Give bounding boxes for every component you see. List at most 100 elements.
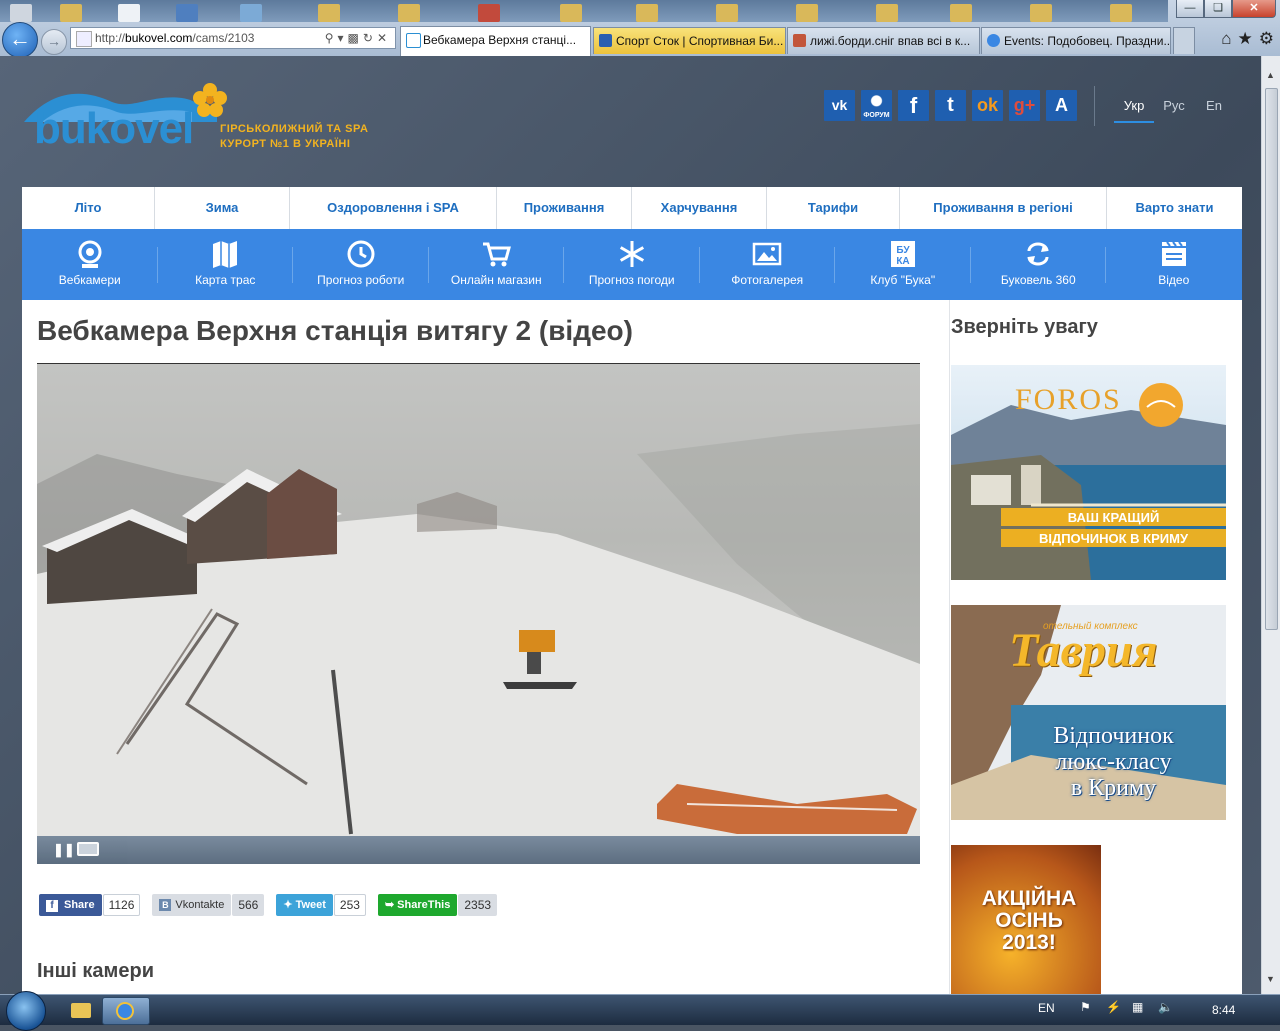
share-count: 1126 [102, 894, 141, 916]
address-bar[interactable]: http://bukovel.com/cams/2103 ⚲▾▩↻✕ [70, 27, 396, 49]
desktop-icon [176, 4, 198, 22]
quick-link-video[interactable]: Відео [1106, 229, 1242, 300]
tavria-ad-banner[interactable]: отельный комплекс Таврия Відпочинок люкс… [951, 605, 1226, 820]
quick-link-shop[interactable]: Онлайн магазин [429, 229, 565, 300]
tab-bukovel[interactable]: Вебкамера Верхня станці... [400, 26, 591, 56]
tweet-button[interactable]: ✦ Tweet [276, 894, 333, 916]
back-button[interactable]: ← [2, 22, 38, 58]
logo-tagline-2: КУРОРТ №1 В УКРАЇНІ [220, 138, 351, 150]
odnoklassniki-icon[interactable]: ok [972, 90, 1003, 121]
forward-button[interactable]: → [41, 29, 67, 55]
network-icon[interactable]: ▦ [1132, 1000, 1143, 1014]
tab-skis[interactable]: лижі.борди.сніг впав всі в к... [787, 27, 980, 54]
tab-sport-stock[interactable]: Спорт Сток | Спортивная Би... [593, 27, 786, 54]
lang-en[interactable]: En [1194, 98, 1234, 123]
tavria-line-2: люкс-класу [1055, 749, 1172, 775]
window-controls: — ❏ ✕ [1176, 0, 1276, 18]
stop-icon[interactable]: ✕ [377, 31, 391, 45]
flag-icon[interactable]: ⚑ [1080, 1000, 1091, 1014]
quick-link-weather[interactable]: Прогноз погоди [564, 229, 700, 300]
nav-item-tariffs[interactable]: Тарифи [767, 187, 900, 229]
desktop-icon [398, 4, 420, 22]
nav-item-spa[interactable]: Оздоровлення і SPA [290, 187, 497, 229]
facebook-icon[interactable]: f [898, 90, 929, 121]
desktop-icons-strip [0, 0, 1168, 22]
scroll-down-icon[interactable]: ▼ [1264, 974, 1277, 988]
tavria-logo: Таврия [1009, 624, 1158, 677]
appstore-icon[interactable]: A [1046, 90, 1077, 121]
nav-item-winter[interactable]: Зима [155, 187, 290, 229]
quick-link-gallery[interactable]: Фотогалерея [700, 229, 836, 300]
desktop-icon [716, 4, 738, 22]
vk-icon[interactable]: vk [824, 90, 855, 121]
volume-icon[interactable]: 🔈 [1158, 1000, 1173, 1014]
new-tab-button[interactable] [1173, 27, 1195, 54]
quick-link-map[interactable]: Карта трас [158, 229, 294, 300]
tab-label: лижі.борди.сніг впав всі в к... [810, 34, 971, 48]
refresh-icon[interactable]: ↻ [363, 31, 377, 45]
photo-icon [753, 242, 782, 266]
clock-time[interactable]: 8:44 [1212, 1003, 1235, 1017]
scroll-thumb[interactable] [1265, 88, 1278, 630]
autumn-promo-banner[interactable]: АКЦІЙНА ОСІНЬ 2013! [951, 845, 1101, 994]
googleplus-icon[interactable]: g+ [1009, 90, 1040, 121]
minimize-button[interactable]: — [1176, 0, 1204, 18]
nav-item-accommodation[interactable]: Проживання [497, 187, 632, 229]
logo-tagline-1: ГІРСЬКОЛИЖНИЙ ТА SPA [220, 123, 369, 135]
quick-link-360[interactable]: Буковель 360 [971, 229, 1107, 300]
home-icon[interactable]: ⌂ [1221, 29, 1231, 49]
tavria-line-3: в Криму [1070, 775, 1157, 801]
forum-icon[interactable]: ФОРУМ [861, 90, 892, 121]
vk-icon: B [159, 899, 172, 911]
nav-item-info[interactable]: Варто знати [1107, 187, 1242, 229]
fullscreen-icon[interactable] [77, 842, 99, 856]
quick-link-label: Вебкамери [58, 273, 121, 287]
ie-icon [116, 1002, 134, 1020]
scroll-up-icon[interactable]: ▲ [1264, 70, 1277, 84]
restore-button[interactable]: ❏ [1204, 0, 1232, 18]
bukovel-logo[interactable]: bukovel ГІРСЬКОЛИЖНИЙ ТА SPA КУРОРТ №1 В… [22, 80, 382, 160]
start-button[interactable] [6, 991, 46, 1031]
windows-taskbar: EN ⚑ ⚡ ▦ 🔈 8:44 [0, 991, 1280, 1031]
vkontakte-share-button[interactable]: B Vkontakte [152, 894, 232, 916]
desktop-icon [560, 4, 582, 22]
compat-icon[interactable]: ▩ [348, 31, 363, 45]
page-scrollbar[interactable]: ▲ ▼ [1261, 56, 1280, 994]
webcam-video-player[interactable]: ❚❚ [37, 363, 920, 864]
dropdown-icon[interactable]: ▾ [338, 31, 348, 45]
sharethis-button[interactable]: ➥ ShareThis [377, 894, 458, 916]
power-icon[interactable]: ⚡ [1106, 1000, 1121, 1014]
search-icon[interactable]: ⚲ [325, 31, 338, 45]
explorer-taskbar-icon[interactable] [58, 997, 104, 1023]
svg-text:КА: КА [896, 256, 909, 267]
input-language[interactable]: EN [1038, 1001, 1055, 1015]
forward-arrow-icon: → [47, 33, 61, 49]
facebook-share-button[interactable]: f Share [39, 894, 102, 916]
sidebar-title: Зверніть увагу [951, 316, 1098, 338]
lang-ukr[interactable]: Укр [1114, 98, 1154, 123]
buka-icon: БУКА [890, 241, 915, 267]
twitter-icon[interactable]: t [935, 90, 966, 121]
lang-rus[interactable]: Рус [1154, 98, 1194, 123]
tab-events[interactable]: Events: Подобовец. Праздни... [981, 27, 1171, 54]
quick-link-buka[interactable]: БУ КА Клуб "Бука" [835, 229, 971, 300]
desktop-icon [636, 4, 658, 22]
nav-item-summer[interactable]: Літо [22, 187, 155, 229]
quick-link-webcams[interactable]: Вебкамери [22, 229, 158, 300]
foros-ad-banner[interactable]: FOROS ВАШ КРАЩИЙ ВІДПОЧИНОК В КРИМУ [951, 365, 1226, 580]
twitter-icon: ✦ [283, 899, 293, 911]
quick-link-schedule[interactable]: Прогноз роботи [293, 229, 429, 300]
pause-icon[interactable]: ❚❚ [53, 842, 75, 858]
sidebar: Зверніть увагу FOROS ВАШ КРАЩИЙ ВІДПОЧИН… [949, 300, 1243, 994]
ie-taskbar-icon[interactable] [102, 997, 150, 1025]
desktop-icon [478, 4, 500, 22]
close-button[interactable]: ✕ [1232, 0, 1276, 18]
favorites-star-icon[interactable]: ★ [1238, 29, 1253, 49]
nav-item-food[interactable]: Харчування [632, 187, 767, 229]
settings-gear-icon[interactable]: ⚙ [1259, 29, 1274, 49]
desktop-icon [1110, 4, 1132, 22]
address-path: /cams/2103 [192, 31, 255, 45]
clock-icon [347, 240, 375, 268]
nav-item-region[interactable]: Проживання в регіоні [900, 187, 1107, 229]
tab-label: Спорт Сток | Спортивная Би... [616, 34, 784, 48]
